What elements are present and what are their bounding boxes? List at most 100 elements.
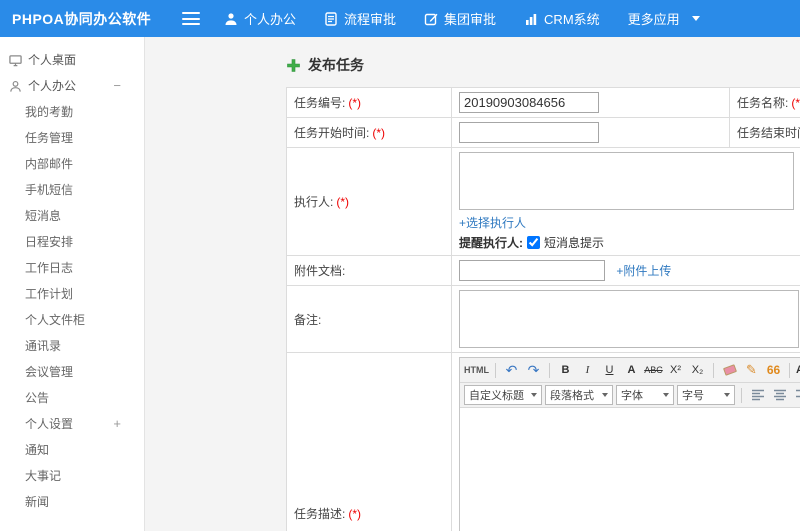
sms-remind-option: 短消息提示 [544,236,605,250]
sidebar-item-work-plan[interactable]: 工作计划 [0,281,144,307]
html-source-button[interactable]: HTML [464,361,489,380]
font-family-select[interactable]: 字体 [616,385,674,405]
sidebar-item-file-cabinet[interactable]: 个人文件柜 [0,307,144,333]
align-right-icon[interactable] [792,386,800,405]
choose-executor-link[interactable]: +选择执行人 [459,216,526,230]
sidebar-item-meeting[interactable]: 会议管理 [0,359,144,385]
sms-remind-checkbox[interactable] [527,236,540,249]
task-name-label: 任务名称:(*) [729,87,800,118]
eraser-icon[interactable] [720,361,739,380]
start-time-input[interactable] [459,122,599,143]
top-bar: PHPOA协同办公软件 个人办公 流程审批 集团审批 CRM系统 更多应用 [0,0,800,37]
sidebar-item-contacts[interactable]: 通讯录 [0,333,144,359]
edit-square-icon [424,13,438,25]
undo-icon[interactable]: ↶ [502,361,521,380]
collapse-icon[interactable]: − [113,73,121,99]
desktop-icon [9,54,22,66]
chevron-down-icon [602,393,608,397]
user-icon [10,80,21,92]
top-nav: 个人办公 流程审批 集团审批 CRM系统 更多应用 [224,9,700,28]
nav-label: 集团审批 [444,12,497,27]
chevron-down-icon [724,393,730,397]
description-label: 任务描述: (*) [286,352,452,531]
task-number-input[interactable] [459,92,599,113]
align-left-icon[interactable] [748,386,767,405]
row-description: 任务描述: (*) HTML ↶ ↷ B I U A ABC X² X₂ ✎ 6… [286,352,800,531]
sidebar-item-label: 个人桌面 [28,53,77,67]
paragraph-format-select[interactable]: 段落格式 [545,385,613,405]
sidebar-item-mobile-sms[interactable]: 手机短信 [0,177,144,203]
sidebar-item-task-management[interactable]: 任务管理 [0,125,144,151]
sidebar-item-short-message[interactable]: 短消息 [0,203,144,229]
nav-personal-office[interactable]: 个人办公 [224,9,296,28]
required-mark: (*) [336,195,350,209]
nav-more-apps[interactable]: 更多应用 [628,9,700,28]
nav-label: CRM系统 [544,12,600,27]
required-mark: (*) [348,506,362,521]
redo-icon[interactable]: ↷ [524,361,543,380]
subscript-button[interactable]: X₂ [688,361,707,380]
row-executor: 执行人: (*) +选择执行人 提醒执行人: 短消息提示 [286,147,800,256]
font-style-button[interactable]: A [622,361,641,380]
sidebar-item-memorabilia[interactable]: 大事记 [0,463,144,489]
required-mark: (*) [348,96,362,110]
add-icon [287,58,300,72]
toolbar-separator [789,362,790,378]
heading-select[interactable]: 自定义标题 [464,385,542,405]
row-remark: 备注: [286,285,800,353]
attachment-input[interactable] [459,260,605,281]
font-color-button[interactable]: A [796,361,800,380]
sidebar-item-work-log[interactable]: 工作日志 [0,255,144,281]
format-brush-icon[interactable]: ✎ [742,361,761,380]
sidebar-item-news[interactable]: 新闻 [0,489,144,515]
sidebar-item-label: 个人办公 [28,79,77,93]
executor-label: 执行人: (*) [286,147,452,256]
strikethrough-button[interactable]: ABC [644,361,663,380]
sidebar-item-schedule[interactable]: 日程安排 [0,229,144,255]
sidebar-item-personal-office[interactable]: 个人办公 − [0,73,144,99]
toolbar-separator [549,362,550,378]
chevron-down-icon [691,16,700,21]
sidebar-item-personal-settings[interactable]: 个人设置 + [0,411,144,437]
remark-textarea[interactable] [459,290,799,348]
remind-executor-label: 提醒执行人: [459,236,523,250]
attachment-label: 附件文档: [286,255,452,286]
menu-toggle-icon[interactable] [182,12,200,25]
required-mark: (*) [372,126,386,140]
font-size-select[interactable]: 字号 [677,385,735,405]
rich-text-editor: HTML ↶ ↷ B I U A ABC X² X₂ ✎ 66 A 自定义标题 … [459,357,800,531]
page-header: 发布任务 [286,55,800,75]
expand-icon[interactable]: + [113,411,121,437]
bold-button[interactable]: B [556,361,575,380]
editor-content-area[interactable] [460,408,800,531]
nav-workflow-approval[interactable]: 流程审批 [324,9,396,28]
blockquote-button[interactable]: 66 [764,361,783,380]
sidebar: 个人桌面 个人办公 − 我的考勤 任务管理 内部邮件 手机短信 短消息 日程安排… [0,37,145,531]
align-center-icon[interactable] [770,386,789,405]
toolbar-separator [741,387,742,403]
required-mark: (*) [791,96,800,110]
editor-toolbar-row1: HTML ↶ ↷ B I U A ABC X² X₂ ✎ 66 A [460,358,800,383]
italic-button[interactable]: I [578,361,597,380]
sidebar-item-desktop[interactable]: 个人桌面 [0,47,144,73]
row-attachment: 附件文档: +附件上传 [286,255,800,286]
nav-group-approval[interactable]: 集团审批 [424,9,496,28]
toolbar-separator [713,362,714,378]
sidebar-item-notice[interactable]: 通知 [0,437,144,463]
chevron-down-icon [531,393,537,397]
end-time-label: 任务结束时间:(*) [729,117,800,148]
executor-box[interactable] [459,152,794,210]
nav-label: 流程审批 [344,12,397,27]
sidebar-item-internal-mail[interactable]: 内部邮件 [0,151,144,177]
workflow-icon [325,11,337,26]
underline-button[interactable]: U [600,361,619,380]
task-number-label: 任务编号: (*) [286,87,452,118]
user-icon [225,12,237,25]
nav-crm[interactable]: CRM系统 [524,9,600,28]
attachment-upload-link[interactable]: +附件上传 [616,264,671,278]
sidebar-item-announcement[interactable]: 公告 [0,385,144,411]
toolbar-separator [495,362,496,378]
superscript-button[interactable]: X² [666,361,685,380]
page-title: 发布任务 [308,57,364,73]
sidebar-item-attendance[interactable]: 我的考勤 [0,99,144,125]
